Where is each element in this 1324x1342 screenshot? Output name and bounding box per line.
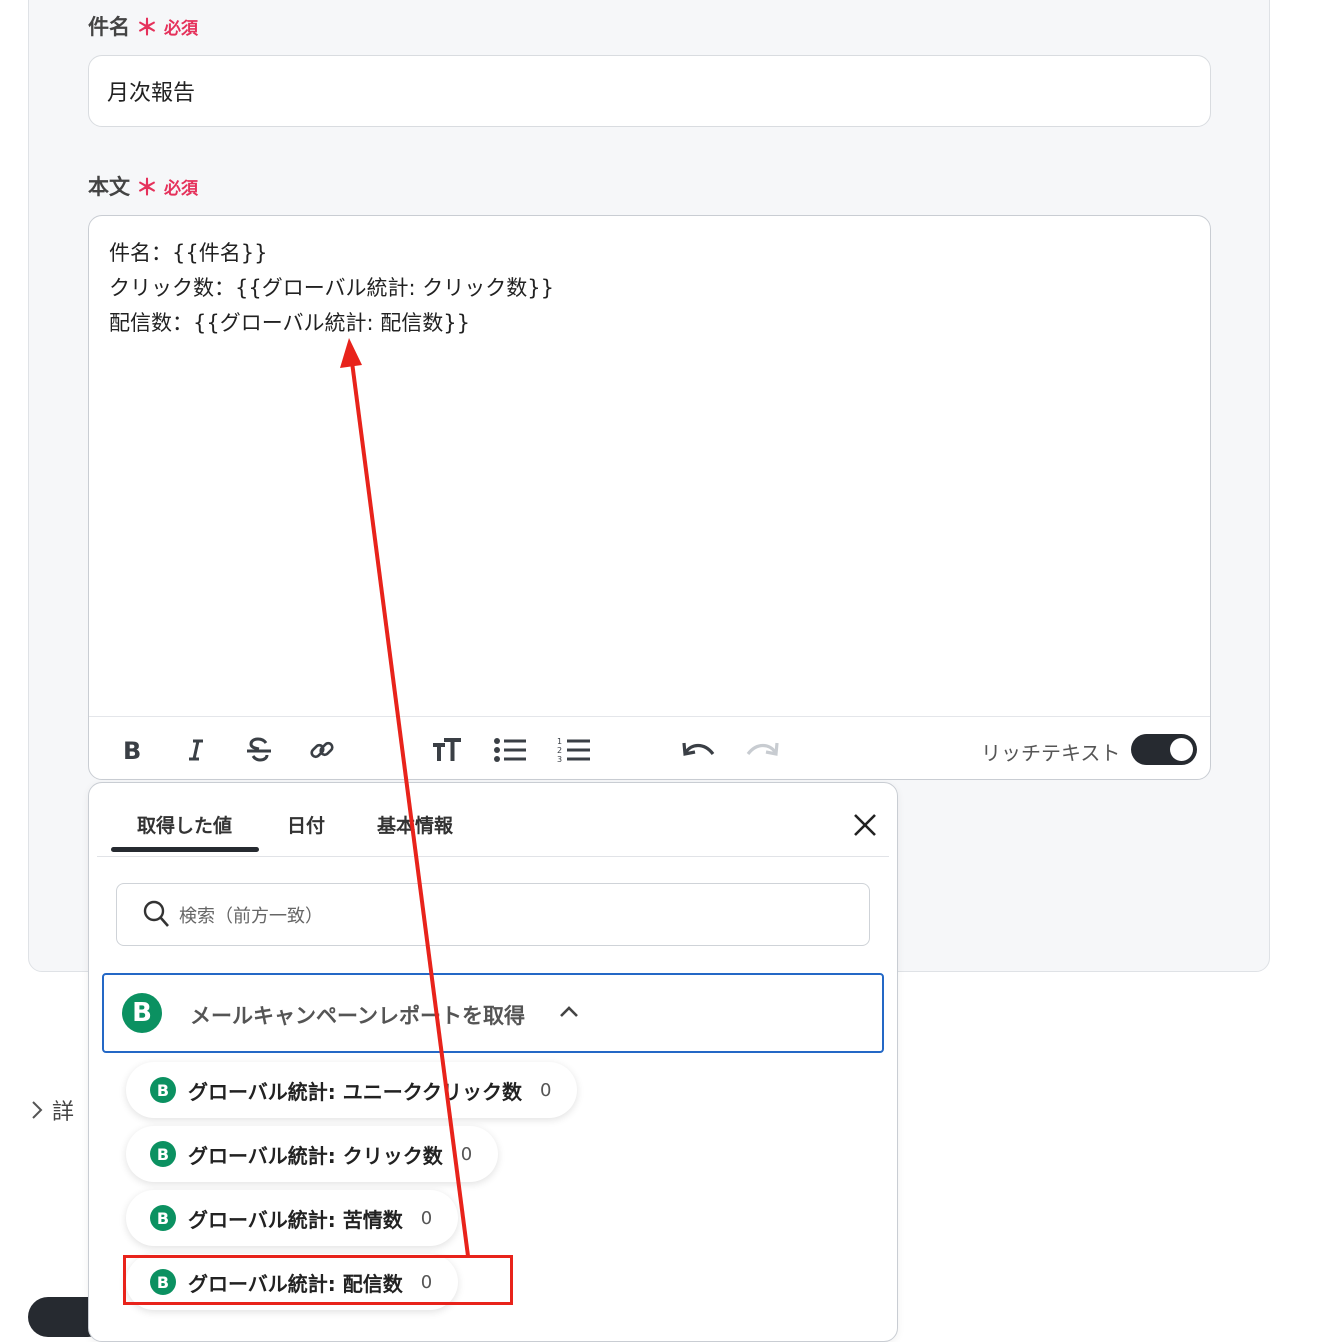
required-text: 必須 bbox=[164, 178, 199, 199]
bold-icon[interactable]: B bbox=[112, 731, 152, 769]
brevo-logo-icon: B bbox=[150, 1205, 176, 1231]
body-editor[interactable]: 件名：{{件名}} クリック数：{{グローバル統計: クリック数}} 配信数：{… bbox=[88, 215, 1211, 780]
close-icon[interactable] bbox=[847, 807, 883, 843]
required-mark: ＊ bbox=[136, 16, 159, 41]
body-text[interactable]: 件名：{{件名}} クリック数：{{グローバル統計: クリック数}} 配信数：{… bbox=[109, 236, 554, 341]
rich-text-label: リッチテキスト bbox=[981, 741, 1121, 765]
list-item[interactable]: B グローバル統計: 苦情数 0 bbox=[126, 1190, 459, 1246]
item-label: グローバル統計: ユニーククリック数 bbox=[188, 1079, 522, 1104]
item-count: 0 bbox=[420, 1207, 433, 1229]
search-icon bbox=[143, 900, 169, 927]
undo-icon[interactable] bbox=[679, 731, 719, 769]
body-label-text: 本文 bbox=[88, 175, 130, 199]
editor-toolbar: B 123 リッチテキスト bbox=[89, 716, 1210, 781]
bullet-list-icon[interactable] bbox=[490, 731, 530, 769]
item-count: 0 bbox=[539, 1079, 552, 1101]
svg-text:1: 1 bbox=[557, 737, 562, 746]
list-item[interactable]: B グローバル統計: クリック数 0 bbox=[126, 1126, 499, 1182]
chevron-right-icon bbox=[32, 1101, 43, 1119]
rich-text-toggle[interactable] bbox=[1131, 734, 1197, 765]
body-label: 本文 ＊ 必須 bbox=[88, 170, 198, 202]
list-item[interactable]: B グローバル統計: ユニーククリック数 0 bbox=[126, 1062, 578, 1118]
subject-label-text: 件名 bbox=[88, 15, 130, 39]
brevo-logo-icon: B bbox=[150, 1077, 176, 1103]
body-line: 件名：{{件名}} bbox=[109, 241, 268, 265]
required-text: 必須 bbox=[164, 18, 199, 39]
text-size-icon[interactable] bbox=[427, 731, 467, 769]
svg-text:2: 2 bbox=[557, 746, 562, 755]
brevo-logo-icon: B bbox=[122, 993, 162, 1033]
item-label: グローバル統計: クリック数 bbox=[188, 1143, 443, 1168]
group-title: メールキャンペーンレポートを取得 bbox=[190, 1004, 525, 1028]
subject-value: 月次報告 bbox=[107, 81, 196, 106]
group-header[interactable]: B メールキャンペーンレポートを取得 bbox=[102, 973, 884, 1053]
required-mark: ＊ bbox=[136, 176, 159, 201]
chevron-up-icon bbox=[560, 1006, 578, 1017]
brevo-logo-icon: B bbox=[150, 1141, 176, 1167]
italic-icon[interactable] bbox=[176, 731, 216, 769]
search-input[interactable] bbox=[177, 894, 841, 938]
body-line: 配信数：{{グローバル統計: 配信数}} bbox=[109, 311, 470, 335]
details-toggle[interactable]: 詳 bbox=[30, 1094, 74, 1126]
svg-text:3: 3 bbox=[557, 755, 562, 764]
tab-date[interactable]: 日付 bbox=[287, 811, 325, 838]
svg-text:B: B bbox=[123, 738, 141, 762]
annotation-highlight-box bbox=[123, 1255, 513, 1305]
numbered-list-icon[interactable]: 123 bbox=[554, 731, 594, 769]
tab-basic-info[interactable]: 基本情報 bbox=[377, 811, 453, 838]
active-tab-indicator bbox=[111, 847, 259, 852]
toggle-knob bbox=[1170, 738, 1193, 761]
item-count: 0 bbox=[460, 1143, 473, 1165]
item-label: グローバル統計: 苦情数 bbox=[188, 1207, 403, 1232]
subject-label: 件名 ＊ 必須 bbox=[88, 10, 198, 42]
body-line: クリック数：{{グローバル統計: クリック数}} bbox=[109, 276, 554, 300]
strikethrough-icon[interactable] bbox=[239, 731, 279, 769]
subject-input[interactable]: 月次報告 bbox=[88, 55, 1211, 127]
details-label: 詳 bbox=[52, 1100, 75, 1125]
popup-tabs: 取得した値 日付 基本情報 bbox=[97, 783, 889, 857]
link-icon[interactable] bbox=[302, 731, 342, 769]
redo-icon bbox=[742, 731, 782, 769]
search-field[interactable] bbox=[116, 883, 870, 946]
tab-retrieved-values[interactable]: 取得した値 bbox=[137, 811, 232, 838]
